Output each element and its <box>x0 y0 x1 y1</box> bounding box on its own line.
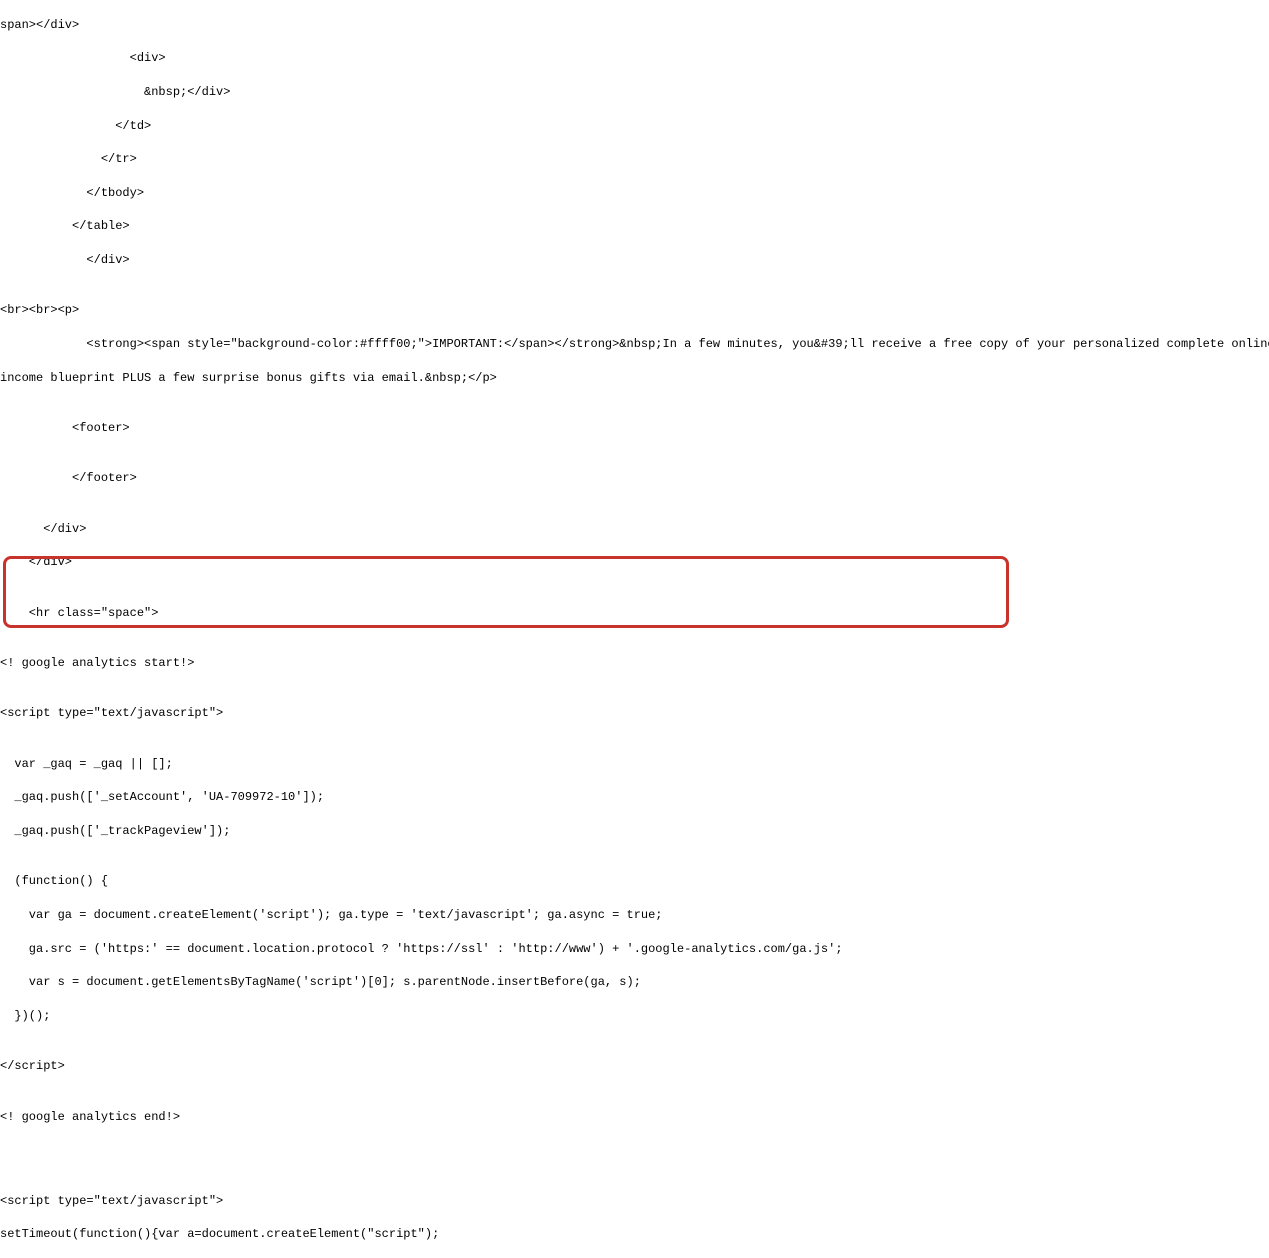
code-line: <! google analytics end!> <box>0 1109 1269 1126</box>
code-line: _gaq.push(['_trackPageview']); <box>0 823 1269 840</box>
code-line: <div> <box>0 50 1269 67</box>
code-line: </script> <box>0 1058 1269 1075</box>
code-line: </tr> <box>0 151 1269 168</box>
code-line: </table> <box>0 218 1269 235</box>
code-line: </footer> <box>0 470 1269 487</box>
code-line: span></div> <box>0 17 1269 34</box>
code-line: <! google analytics start!> <box>0 655 1269 672</box>
code-line: ga.src = ('https:' == document.location.… <box>0 941 1269 958</box>
code-line: </tbody> <box>0 185 1269 202</box>
code-line: </div> <box>0 521 1269 538</box>
code-line: <script type="text/javascript"> <box>0 1193 1269 1210</box>
code-line: </div> <box>0 554 1269 571</box>
code-line: })(); <box>0 1008 1269 1025</box>
code-line: _gaq.push(['_setAccount', 'UA-709972-10'… <box>0 789 1269 806</box>
code-line: &nbsp;</div> <box>0 84 1269 101</box>
code-line: var _gaq = _gaq || []; <box>0 756 1269 773</box>
code-line: (function() { <box>0 873 1269 890</box>
code-line: </td> <box>0 118 1269 135</box>
code-line: var s = document.getElementsByTagName('s… <box>0 974 1269 991</box>
code-line: setTimeout(function(){var a=document.cre… <box>0 1226 1269 1243</box>
source-code-viewer: span></div> <div> &nbsp;</div> </td> </t… <box>0 0 1269 1258</box>
code-line: income blueprint PLUS a few surprise bon… <box>0 370 1269 387</box>
code-line: <strong><span style="background-color:#f… <box>0 336 1269 353</box>
code-line: <script type="text/javascript"> <box>0 705 1269 722</box>
code-line: <hr class="space"> <box>0 605 1269 622</box>
code-line: <footer> <box>0 420 1269 437</box>
code-line: var ga = document.createElement('script'… <box>0 907 1269 924</box>
code-line: </div> <box>0 252 1269 269</box>
code-line: <br><br><p> <box>0 302 1269 319</box>
